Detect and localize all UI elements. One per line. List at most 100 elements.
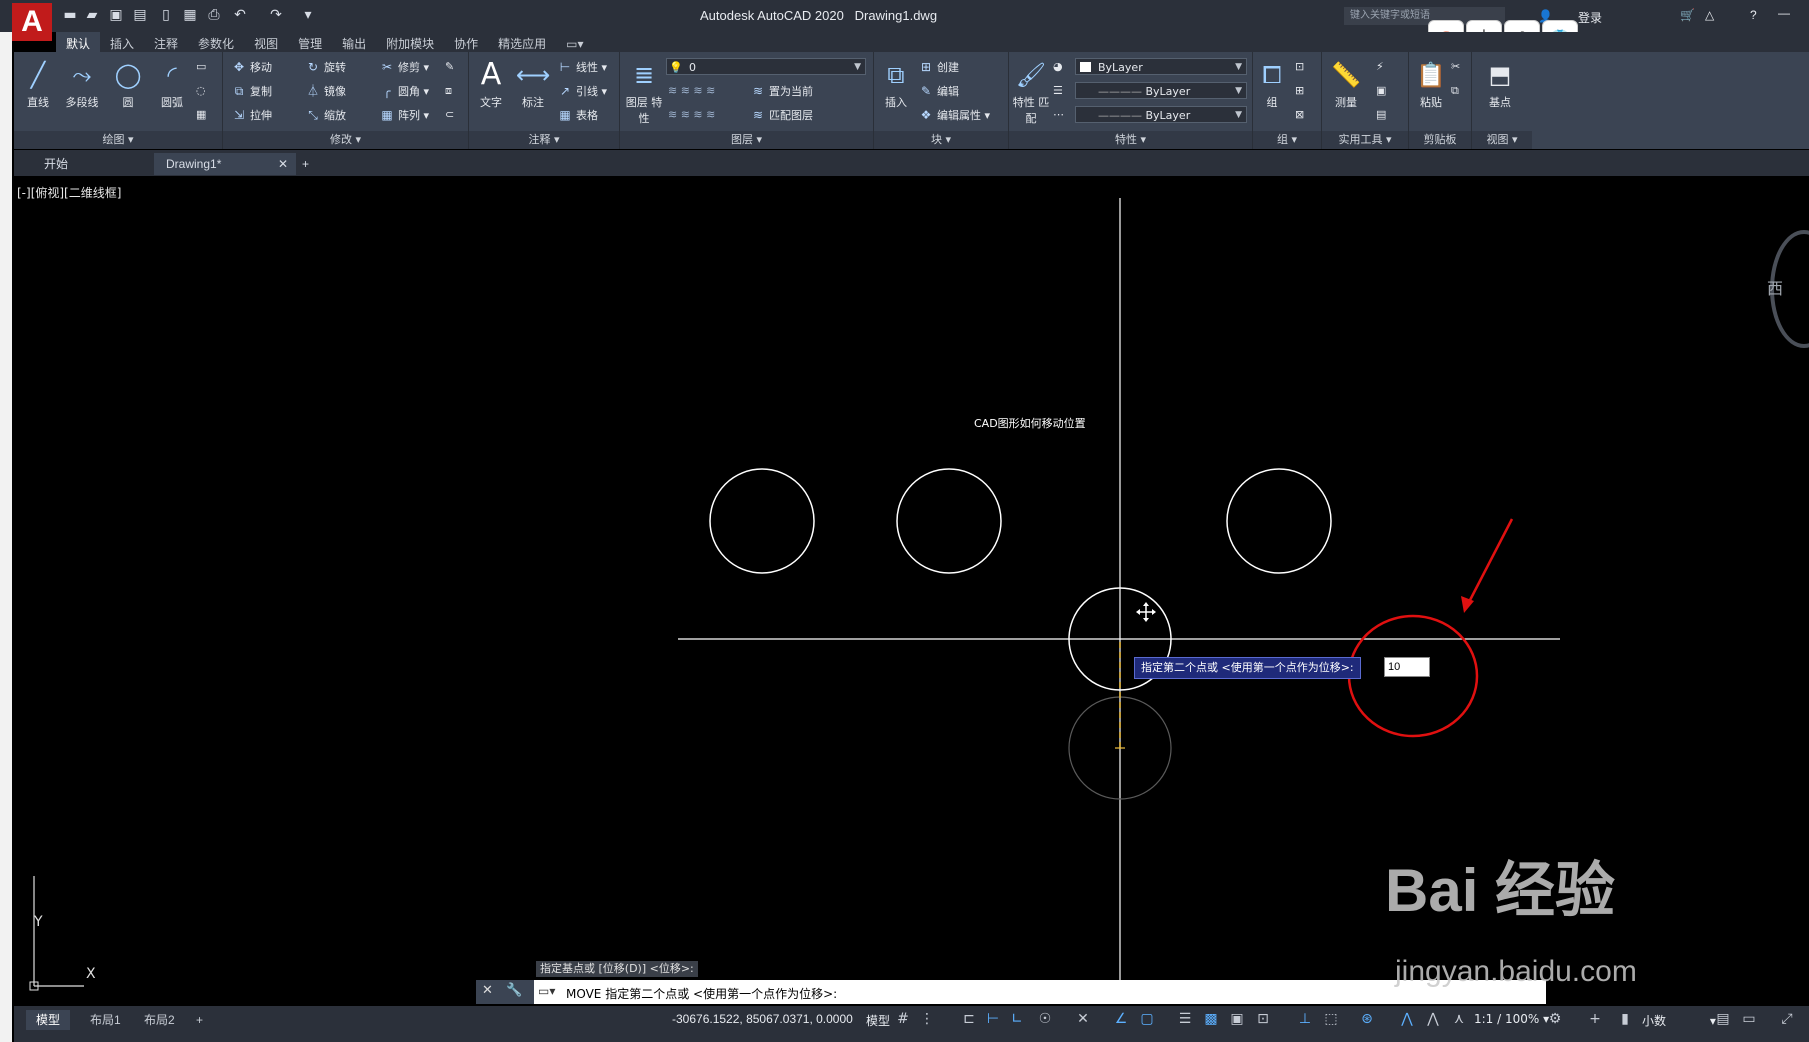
snap-icon[interactable]: ⋮ [918, 1010, 936, 1028]
circle-2[interactable] [896, 468, 1002, 574]
linear-button[interactable]: ⊢ 线性 ▾ [557, 58, 607, 76]
gizmo-icon[interactable]: ⊛ [1358, 1010, 1376, 1028]
measure-button[interactable]: 📏 测量 [1326, 58, 1366, 110]
quick-properties-icon[interactable]: ▤ [1714, 1010, 1732, 1028]
save-as-icon[interactable]: ▤ [132, 7, 148, 23]
base-view-button[interactable]: ⬒ 基点 [1480, 58, 1520, 110]
move-button[interactable]: ✥ 移动 [231, 58, 272, 76]
tab-insert[interactable]: 插入 [100, 32, 144, 52]
auto-scale-icon[interactable]: ⋀ [1424, 1010, 1442, 1028]
modify-panel-label[interactable]: 修改 ▾ [223, 131, 468, 149]
calculator-icon[interactable]: ▤ [1376, 106, 1386, 124]
customize-command-icon[interactable]: 🔧 [506, 983, 522, 998]
linetype-dropdown[interactable]: ———— ByLayer ▼ [1075, 82, 1247, 99]
scale-button[interactable]: ⤡ 缩放 [305, 106, 346, 124]
array-button[interactable]: ▦ 阵列 ▾ [379, 106, 429, 124]
annotation-monitor-icon[interactable]: + [1586, 1010, 1604, 1028]
layer-dropdown[interactable]: 💡 0 ▼ [666, 58, 866, 75]
fillet-button[interactable]: ╭ 圆角 ▾ [379, 82, 429, 100]
tab-view[interactable]: 视图 [244, 32, 288, 52]
edit-attributes-button[interactable]: ❖ 编辑属性 ▾ [918, 106, 990, 124]
trim-button[interactable]: ✂ 修剪 ▾ [379, 58, 429, 76]
text-button[interactable]: A 文字 [471, 58, 511, 110]
quick-select-icon[interactable]: ⚡ [1376, 58, 1384, 76]
layout-tab-model[interactable]: 模型 [26, 1010, 71, 1030]
help-icon[interactable]: ? [1750, 8, 1757, 22]
model-space-toggle[interactable]: 模型 [866, 1012, 890, 1029]
transparency-icon[interactable]: ▩ [1202, 1010, 1220, 1028]
cart-icon[interactable]: 🛒 [1680, 8, 1695, 22]
tab-manage[interactable]: 管理 [288, 32, 332, 52]
cut-icon[interactable]: ✂ [1451, 58, 1460, 76]
arc-button[interactable]: ◜ 圆弧 [152, 58, 192, 110]
viewport-controls[interactable]: [-][俯视][二维线框] [17, 184, 121, 201]
dynamic-ucs-icon[interactable]: ⊥ [1296, 1010, 1314, 1028]
tab-annotate[interactable]: 注释 [144, 32, 188, 52]
circle-1[interactable] [709, 468, 815, 574]
minimize-icon[interactable]: — [1778, 6, 1790, 20]
infer-constraints-icon[interactable]: ⊏ [960, 1010, 978, 1028]
clipboard-panel-label[interactable]: 剪贴板 [1409, 131, 1471, 149]
customize-dropdown-icon[interactable]: ▾ [300, 7, 316, 23]
add-layout-icon[interactable]: + [186, 1010, 213, 1030]
block-panel-label[interactable]: 块 ▾ [874, 131, 1008, 149]
web-mobile-icon[interactable]: ▯ [158, 7, 174, 23]
group-select-icon[interactable]: ⊠ [1295, 106, 1304, 124]
copy-button[interactable]: ⧉ 复制 [231, 82, 272, 100]
lineweight-status-icon[interactable]: ☰ [1176, 1010, 1194, 1028]
layer-tools-row1[interactable]: ≋ ≋ ≋ ≋ [668, 82, 715, 100]
isodraft-icon[interactable]: ✕ [1074, 1010, 1092, 1028]
new-tab-icon[interactable]: + [290, 153, 322, 175]
annotation-scale-icon[interactable]: ⋏ [1450, 1010, 1468, 1028]
select-all-icon[interactable]: ▣ [1376, 82, 1386, 100]
erase-icon[interactable]: ✎ [445, 58, 454, 76]
color-dropdown[interactable]: ByLayer ▼ [1075, 58, 1247, 75]
annotation-scale-dropdown[interactable]: 1:1 / 100% ▾ [1474, 1012, 1549, 1026]
dynamic-input-icon[interactable]: ⊢ [984, 1010, 1002, 1028]
selection-cycling-icon[interactable]: ▣ [1228, 1010, 1246, 1028]
groups-panel-label[interactable]: 组 ▾ [1253, 131, 1321, 149]
draw-panel-label[interactable]: 绘图 ▾ [14, 131, 222, 149]
new-file-icon[interactable]: ▬ [62, 7, 78, 23]
viewcube-west-label[interactable]: 西 [1767, 275, 1783, 299]
layer-tools-row2[interactable]: ≋ ≋ ≋ ≋ [668, 106, 715, 124]
polar-icon[interactable]: ☉ [1036, 1010, 1054, 1028]
layout-tab-layout1[interactable]: 布局1 [80, 1010, 131, 1030]
utilities-panel-label[interactable]: 实用工具 ▾ [1322, 131, 1408, 149]
selection-filter-icon[interactable]: ⬚ [1322, 1010, 1340, 1028]
coordinate-readout[interactable]: -30676.1522, 85067.0371, 0.0000 [672, 1012, 853, 1026]
stretch-button[interactable]: ⇲ 拉伸 [231, 106, 272, 124]
circle-3[interactable] [1226, 468, 1332, 574]
dynamic-input-field[interactable] [1384, 657, 1430, 677]
close-tab-icon[interactable]: ✕ [278, 153, 288, 175]
group-button[interactable]: ⧠ 组 [1255, 58, 1289, 110]
group-edit-icon[interactable]: ⊞ [1295, 82, 1304, 100]
annotation-visibility-icon[interactable]: ⋀ [1398, 1010, 1416, 1028]
tab-parametric[interactable]: 参数化 [188, 32, 244, 52]
object-snap-tracking-icon[interactable]: ∠ [1112, 1010, 1130, 1028]
tab-default[interactable]: 默认 [56, 32, 101, 52]
tab-output[interactable]: 输出 [332, 32, 376, 52]
mirror-button[interactable]: ⏃ 镜像 [305, 82, 346, 100]
properties-panel-label[interactable]: 特性 ▾ [1009, 131, 1252, 149]
object-snap-icon[interactable]: ▢ [1138, 1010, 1156, 1028]
lineweight-icon[interactable]: ⋯ [1053, 106, 1064, 124]
ortho-icon[interactable]: ∟ [1008, 1010, 1026, 1028]
clean-screen-icon[interactable]: ⤢ [1778, 1010, 1796, 1028]
polyline-button[interactable]: ⤳ 多段线 [58, 58, 106, 110]
start-tab[interactable]: 开始 [32, 153, 154, 175]
offset-icon[interactable]: ⊂ [445, 106, 454, 124]
login-link[interactable]: 登录 [1578, 9, 1602, 26]
rectangle-icon[interactable]: ▭ [196, 58, 206, 76]
workspace-gear-icon[interactable]: ⚙ [1546, 1010, 1564, 1028]
layout-tab-layout2[interactable]: 布局2 [134, 1010, 185, 1030]
units-icon[interactable]: ▮ [1616, 1010, 1634, 1028]
gradient-icon[interactable]: ▦ [196, 106, 206, 124]
set-current-button[interactable]: ≋ 置为当前 [750, 82, 813, 100]
open-file-icon[interactable]: ▰ [84, 7, 100, 23]
match-properties-button[interactable]: 🖌 特性 匹配 [1011, 58, 1051, 126]
ribbon-options-icon[interactable]: ▭▾ [556, 34, 593, 54]
paste-button[interactable]: 📋 粘贴 [1411, 58, 1451, 110]
graphics-performance-icon[interactable]: ▭ [1740, 1010, 1758, 1028]
line-button[interactable]: ╱ 直线 [18, 58, 58, 110]
